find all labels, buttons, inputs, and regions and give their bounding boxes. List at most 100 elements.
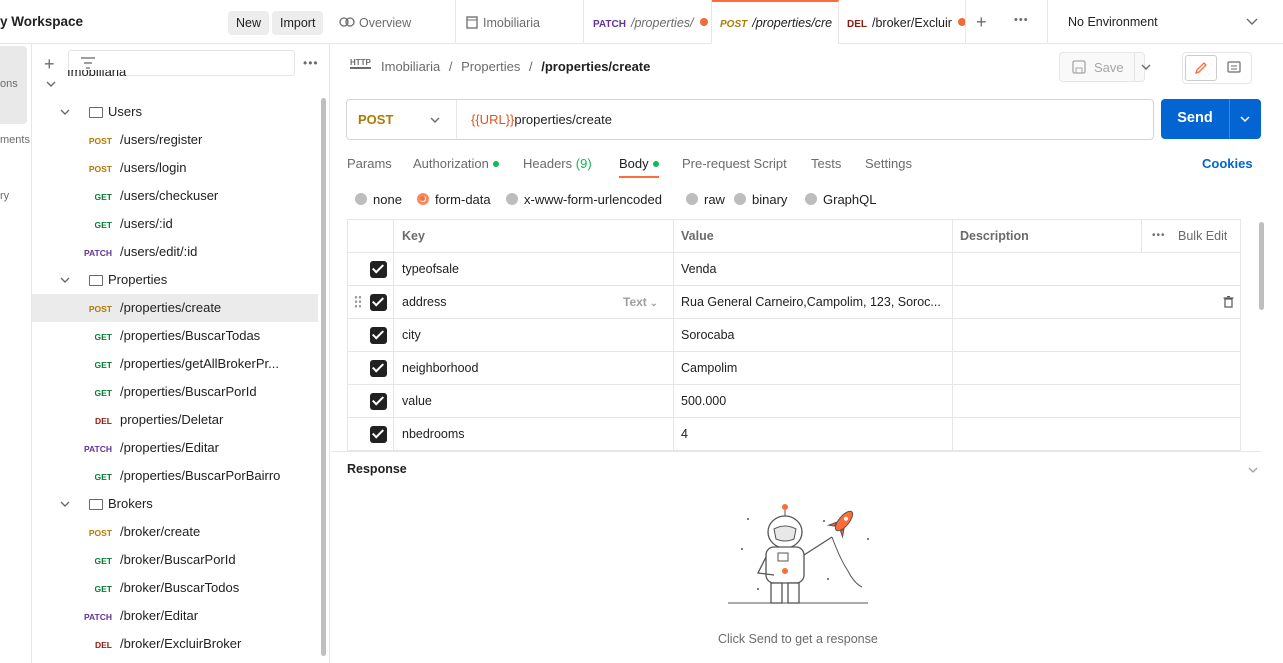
type-select[interactable]: Text ⌄ [623, 286, 658, 319]
more-tabs-icon[interactable]: ••• [1014, 14, 1029, 26]
key-cell[interactable]: typeofsale [402, 253, 459, 286]
collection-name: Imobiliaria [67, 70, 127, 79]
tab-post-properties-create[interactable]: POST/properties/cre [712, 0, 839, 44]
new-button[interactable]: New [228, 11, 270, 35]
radio-none[interactable]: none [355, 192, 402, 207]
url-input[interactable]: {{URL}}properties/create [471, 112, 612, 127]
radio-binary[interactable]: binary [734, 192, 787, 207]
tab-prerequest-script[interactable]: Pre-request Script [682, 156, 787, 171]
breadcrumb-collection[interactable]: Imobiliaria [381, 59, 440, 74]
value-cell[interactable]: 4 [681, 418, 947, 451]
description-cell[interactable] [960, 385, 1230, 418]
tab-authorization[interactable]: Authorization [413, 156, 499, 171]
request-row[interactable]: GET/properties/getAllBrokerPr... [32, 350, 318, 378]
request-row[interactable]: PATCH/broker/Editar [32, 602, 318, 630]
method-select[interactable]: POST [347, 100, 457, 139]
request-row[interactable]: POST/users/register [32, 126, 318, 154]
request-row[interactable]: PATCH/properties/Editar [32, 434, 318, 462]
more-icon[interactable]: ••• [1152, 220, 1166, 253]
description-cell[interactable] [960, 286, 1230, 319]
value-cell[interactable]: 500.000 [681, 385, 947, 418]
key-cell[interactable]: city [402, 319, 421, 352]
request-name[interactable]: /properties/create [541, 59, 650, 74]
tab-headers[interactable]: Headers (9) [523, 156, 592, 171]
edit-mode-button[interactable] [1185, 55, 1217, 81]
radio-x-www-form-urlencoded[interactable]: x-www-form-urlencoded [506, 192, 662, 207]
request-row[interactable]: POST/users/login [32, 154, 318, 182]
request-row[interactable]: GET/broker/BuscarTodos [32, 574, 318, 602]
request-row[interactable]: GET/properties/BuscarPorBairro [32, 462, 318, 490]
folder-row[interactable]: Brokers [32, 490, 318, 518]
tab-body[interactable]: Body [619, 156, 659, 178]
key-cell[interactable]: value [402, 385, 432, 418]
tab-overview[interactable]: Overview [331, 0, 456, 44]
url-path: properties/create [514, 112, 612, 127]
request-row[interactable]: PATCH/users/edit/:id [32, 238, 318, 266]
rail-item-history[interactable]: ry [0, 190, 9, 202]
request-row[interactable]: GET/users/:id [32, 210, 318, 238]
rail-item-environments[interactable]: ments [0, 134, 30, 146]
request-row[interactable]: DEL/broker/ExcluirBroker [32, 630, 318, 658]
send-button[interactable]: Send [1161, 99, 1261, 139]
row-checkbox[interactable] [370, 294, 387, 311]
request-row[interactable]: DEL properties/Deletar [32, 406, 318, 434]
request-row[interactable]: GET/properties/BuscarTodas [32, 322, 318, 350]
breadcrumb-separator: / [529, 59, 533, 74]
request-row[interactable]: POST/properties/create [32, 294, 318, 322]
method-badge: GET [94, 584, 112, 594]
folder-row[interactable]: Properties [32, 266, 318, 294]
chevron-down-icon[interactable] [1240, 116, 1250, 123]
sidebar-scrollbar[interactable] [321, 98, 326, 656]
comment-icon[interactable] [1227, 61, 1241, 75]
row-checkbox[interactable] [370, 360, 387, 377]
key-cell[interactable]: address [402, 286, 446, 319]
description-cell[interactable] [960, 352, 1230, 385]
breadcrumb-folder[interactable]: Properties [461, 59, 520, 74]
collection-row[interactable]: Imobiliaria [32, 70, 318, 98]
cookies-link[interactable]: Cookies [1202, 156, 1253, 171]
value-cell[interactable]: Sorocaba [681, 319, 947, 352]
params-scrollbar[interactable] [1259, 222, 1264, 310]
description-cell[interactable] [960, 319, 1230, 352]
radio-form-data[interactable]: form-data [417, 192, 491, 207]
radio-graphql[interactable]: GraphQL [805, 192, 876, 207]
bulk-edit-button[interactable]: Bulk Edit [1178, 220, 1227, 253]
request-row[interactable]: GET/broker/BuscarPorId [32, 546, 318, 574]
row-checkbox[interactable] [370, 426, 387, 443]
workspace-title[interactable]: y Workspace [0, 14, 83, 29]
description-cell[interactable] [960, 418, 1230, 451]
save-button[interactable]: Save [1059, 52, 1151, 82]
row-checkbox[interactable] [370, 327, 387, 344]
chevron-down-icon[interactable] [1141, 64, 1151, 71]
value-cell[interactable]: Rua General Carneiro,Campolim, 123, Soro… [681, 286, 947, 319]
trash-icon[interactable] [1223, 296, 1234, 308]
tab-tests[interactable]: Tests [811, 156, 841, 171]
tab-del-broker[interactable]: DEL/broker/Excluir [839, 0, 966, 44]
chevron-down-icon[interactable] [1248, 467, 1258, 474]
row-checkbox[interactable] [370, 393, 387, 410]
tab-settings[interactable]: Settings [865, 156, 912, 171]
value-cell[interactable]: Campolim [681, 352, 947, 385]
value-cell[interactable]: Venda [681, 253, 947, 286]
tab-params[interactable]: Params [347, 156, 392, 171]
key-cell[interactable]: neighborhood [402, 352, 478, 385]
new-tab-icon[interactable]: + [976, 12, 987, 33]
tab-collection[interactable]: Imobiliaria [457, 0, 584, 44]
radio-raw[interactable]: raw [686, 192, 725, 207]
environment-select[interactable]: No Environment [1047, 0, 1283, 44]
request-row[interactable]: POST/broker/create [32, 518, 318, 546]
tab-patch-properties[interactable]: PATCH/properties/ [585, 0, 712, 44]
request-row[interactable]: GET/properties/BuscarPorId [32, 378, 318, 406]
folder-row[interactable]: Users [32, 98, 318, 126]
more-icon[interactable]: ••• [303, 56, 319, 70]
drag-handle-icon[interactable] [354, 295, 362, 309]
request-row[interactable]: GET/users/checkuser [32, 182, 318, 210]
row-checkbox[interactable] [370, 261, 387, 278]
description-cell[interactable] [960, 253, 1230, 286]
import-button[interactable]: Import [272, 11, 324, 35]
rail-item-collections[interactable]: ons [0, 78, 18, 90]
table-row: city Sorocaba [348, 319, 1240, 352]
response-header[interactable]: Response [331, 451, 1261, 485]
key-cell[interactable]: nbedrooms [402, 418, 465, 451]
http-icon: HTTP [350, 58, 371, 69]
